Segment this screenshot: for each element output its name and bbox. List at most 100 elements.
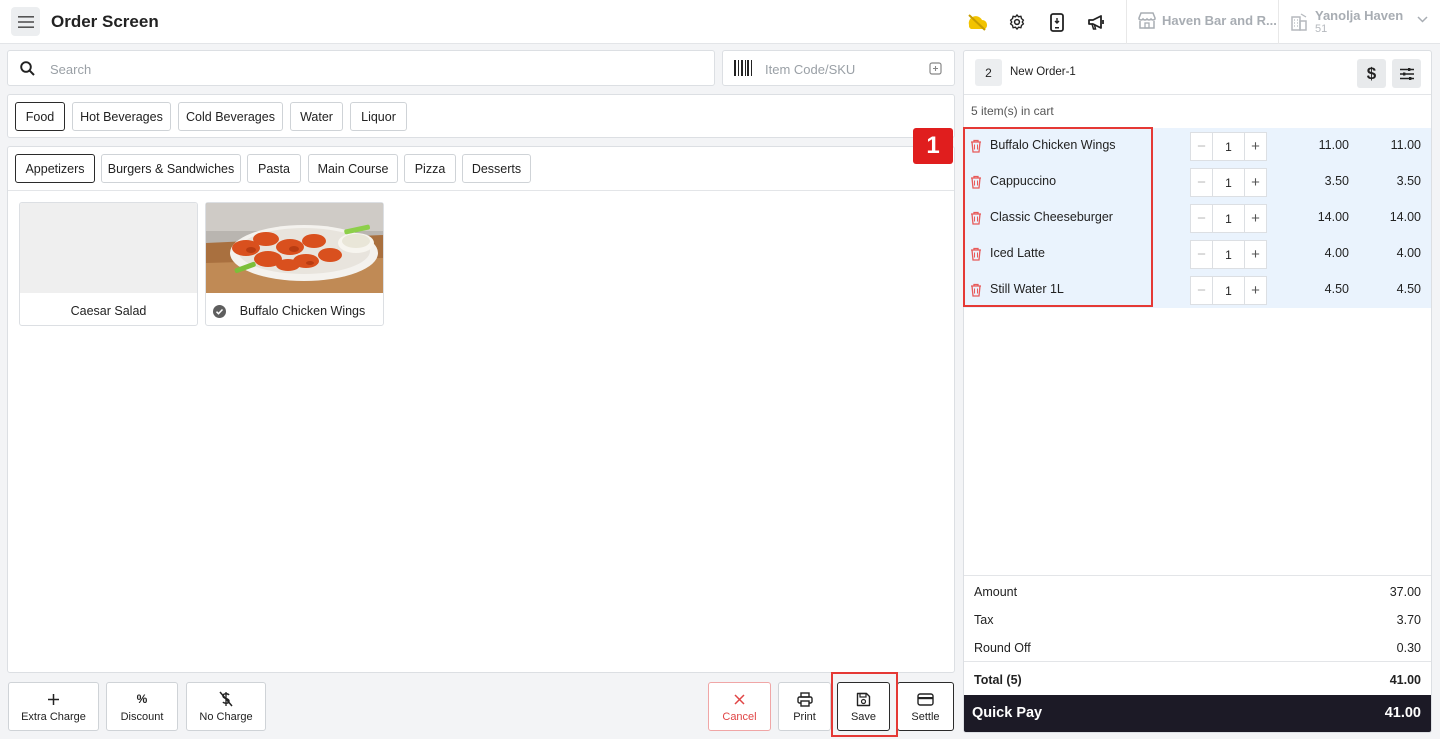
increment-button[interactable]: + bbox=[1244, 204, 1267, 233]
sync-status-icon[interactable] bbox=[966, 11, 988, 33]
quantity-stepper: −1 + bbox=[1190, 276, 1267, 305]
line-total: 4.50 bbox=[1396, 282, 1421, 296]
decrement-button[interactable]: − bbox=[1190, 132, 1213, 161]
category-hot-beverages[interactable]: Hot Beverages bbox=[72, 102, 171, 131]
cart-item-name: Cappuccino bbox=[990, 174, 1057, 188]
menu-item-label: Caesar Salad bbox=[70, 304, 147, 318]
cart-item-row: Still Water 1L −1 + 4.50 4.50 bbox=[964, 272, 1431, 308]
print-label: Print bbox=[793, 711, 816, 723]
increment-button[interactable]: + bbox=[1244, 276, 1267, 305]
cart-item-name: Still Water 1L bbox=[990, 282, 1064, 296]
subcategory-main-course[interactable]: Main Course bbox=[308, 154, 398, 183]
search-box bbox=[7, 50, 715, 86]
announcement-megaphone-icon[interactable] bbox=[1085, 11, 1107, 33]
cart-item-name: Buffalo Chicken Wings bbox=[990, 138, 1116, 152]
round-off-value: 0.30 bbox=[1396, 641, 1421, 655]
menu-item-card[interactable]: Caesar Salad bbox=[19, 202, 198, 326]
category-food[interactable]: Food bbox=[15, 102, 65, 131]
extra-charge-button[interactable]: Extra Charge bbox=[8, 682, 99, 731]
property-selector[interactable]: Yanolja Haven 51 bbox=[1290, 7, 1430, 37]
property-id: 51 bbox=[1315, 23, 1328, 35]
no-charge-label: No Charge bbox=[199, 711, 253, 723]
building-icon bbox=[1291, 13, 1307, 31]
trash-icon[interactable] bbox=[970, 139, 982, 153]
store-icon bbox=[1138, 12, 1156, 29]
dollar-icon: $ bbox=[1366, 63, 1377, 83]
decrement-button[interactable]: − bbox=[1190, 168, 1213, 197]
quantity-value[interactable]: 1 bbox=[1213, 168, 1244, 197]
tax-row: Tax 3.70 bbox=[964, 605, 1431, 633]
sku-box bbox=[722, 50, 955, 86]
quantity-value[interactable]: 1 bbox=[1213, 240, 1244, 269]
decrement-button[interactable]: − bbox=[1190, 276, 1213, 305]
quantity-value[interactable]: 1 bbox=[1213, 276, 1244, 305]
total-value: 41.00 bbox=[1389, 673, 1421, 687]
subcategory-burgers-sandwiches[interactable]: Burgers & Sandwiches bbox=[101, 154, 241, 183]
quantity-value[interactable]: 1 bbox=[1213, 132, 1244, 161]
plus-icon bbox=[48, 693, 59, 705]
trash-icon[interactable] bbox=[970, 247, 982, 261]
total-label: Total (5) bbox=[974, 673, 1022, 687]
no-charge-button[interactable]: No Charge bbox=[186, 682, 266, 731]
sku-input[interactable] bbox=[765, 60, 915, 78]
top-bar: Order Screen Haven Bar and R... Yanolja … bbox=[0, 0, 1440, 44]
increment-button[interactable]: + bbox=[1244, 132, 1267, 161]
cart-item-row: Buffalo Chicken Wings −1 + 11.00 11.00 bbox=[964, 128, 1431, 164]
line-total: 11.00 bbox=[1390, 138, 1421, 152]
subcategory-desserts[interactable]: Desserts bbox=[462, 154, 531, 183]
search-icon bbox=[20, 61, 35, 76]
decrement-button[interactable]: − bbox=[1190, 240, 1213, 269]
hamburger-menu-button[interactable] bbox=[11, 7, 40, 36]
settle-button[interactable]: Settle bbox=[897, 682, 954, 731]
trash-icon[interactable] bbox=[970, 283, 982, 297]
menu-item-card[interactable]: Buffalo Chicken Wings bbox=[205, 202, 384, 326]
close-icon bbox=[734, 693, 745, 705]
discount-button[interactable]: % Discount bbox=[106, 682, 178, 731]
sliders-icon bbox=[1399, 67, 1414, 80]
unit-price: 4.00 bbox=[1324, 246, 1349, 260]
quick-pay-button[interactable]: Quick Pay 41.00 bbox=[964, 695, 1431, 732]
menu-icon bbox=[17, 15, 34, 28]
amount-row: Amount 37.00 bbox=[964, 577, 1431, 605]
cart-item-row: Cappuccino −1 + 3.50 3.50 bbox=[964, 164, 1431, 200]
save-label: Save bbox=[850, 711, 877, 723]
increment-button[interactable]: + bbox=[1244, 240, 1267, 269]
quick-pay-label: Quick Pay bbox=[972, 705, 1043, 721]
adjust-settings-button[interactable] bbox=[1392, 59, 1421, 88]
no-dollar-icon bbox=[219, 691, 233, 707]
increment-button[interactable]: + bbox=[1244, 168, 1267, 197]
settle-label: Settle bbox=[911, 711, 940, 723]
tablet-device-icon[interactable] bbox=[1046, 11, 1068, 33]
trash-icon[interactable] bbox=[970, 211, 982, 225]
total-row: Total (5) 41.00 bbox=[964, 665, 1431, 693]
settings-gear-icon[interactable] bbox=[1006, 11, 1028, 33]
category-liquor[interactable]: Liquor bbox=[350, 102, 407, 131]
cancel-button[interactable]: Cancel bbox=[708, 682, 771, 731]
save-button[interactable]: Save bbox=[837, 682, 890, 731]
decrement-button[interactable]: − bbox=[1190, 204, 1213, 233]
subcategory-pizza[interactable]: Pizza bbox=[404, 154, 456, 183]
header-divider bbox=[1126, 0, 1127, 44]
category-water[interactable]: Water bbox=[290, 102, 343, 131]
item-image-placeholder bbox=[20, 203, 197, 293]
quantity-stepper: −1 + bbox=[1190, 240, 1267, 269]
scan-icon[interactable] bbox=[929, 62, 942, 75]
currency-button[interactable]: $ bbox=[1357, 59, 1386, 88]
printer-icon bbox=[796, 691, 813, 707]
quantity-value[interactable]: 1 bbox=[1213, 204, 1244, 233]
barcode-icon bbox=[734, 60, 752, 76]
subcategory-pasta[interactable]: Pasta bbox=[247, 154, 301, 183]
quantity-stepper: −1 + bbox=[1190, 132, 1267, 161]
quantity-stepper: −1 + bbox=[1190, 168, 1267, 197]
search-input[interactable] bbox=[50, 60, 690, 78]
order-number[interactable]: 2 bbox=[975, 59, 1002, 86]
line-total: 3.50 bbox=[1396, 174, 1421, 188]
category-cold-beverages[interactable]: Cold Beverages bbox=[178, 102, 283, 131]
amount-value: 37.00 bbox=[1389, 585, 1421, 599]
subcategory-appetizers[interactable]: Appetizers bbox=[15, 154, 95, 183]
outlet-selector[interactable]: Haven Bar and R... bbox=[1138, 12, 1277, 29]
round-off-label: Round Off bbox=[974, 641, 1031, 655]
trash-icon[interactable] bbox=[970, 175, 982, 189]
cart-item-name: Iced Latte bbox=[990, 246, 1045, 260]
print-button[interactable]: Print bbox=[778, 682, 831, 731]
